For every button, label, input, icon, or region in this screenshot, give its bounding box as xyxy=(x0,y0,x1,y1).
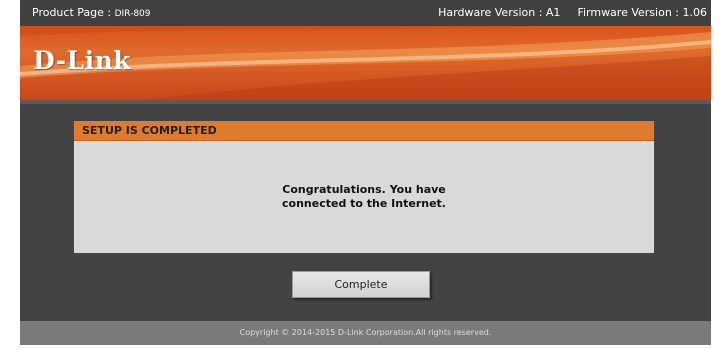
product-page-label: Product Page : xyxy=(32,6,115,19)
success-message-line-2: connected to the Internet. xyxy=(282,197,446,210)
firmware-version: Firmware Version : 1.06 xyxy=(577,6,707,19)
top-info-bar: Product Page : DIR-809 Hardware Version … xyxy=(20,0,711,26)
complete-button[interactable]: Complete xyxy=(292,271,430,298)
footer-copyright: Copyright © 2014-2015 D-Link Corporation… xyxy=(20,321,711,345)
banner-divider xyxy=(20,100,711,104)
version-info: Hardware Version : A1 Firmware Version :… xyxy=(438,0,707,26)
header-banner: D-Link xyxy=(20,26,711,100)
hardware-version: Hardware Version : A1 xyxy=(438,6,561,19)
dlink-logo: D-Link xyxy=(33,46,132,75)
success-message: Congratulations. You have connected to t… xyxy=(264,183,464,211)
success-message-line-1: Congratulations. You have xyxy=(282,183,446,196)
panel-title: SETUP IS COMPLETED xyxy=(74,121,654,141)
router-setup-page: Product Page : DIR-809 Hardware Version … xyxy=(20,0,711,345)
product-page-info: Product Page : DIR-809 xyxy=(32,0,151,27)
product-model: DIR-809 xyxy=(114,9,151,19)
setup-complete-panel: Congratulations. You have connected to t… xyxy=(74,141,654,253)
